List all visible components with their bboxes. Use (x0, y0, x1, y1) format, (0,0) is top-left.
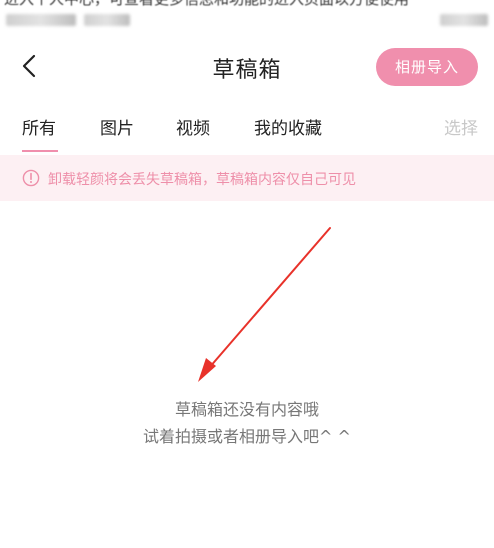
empty-state-hint: 试着拍摄或者相册导入吧^ ^ (143, 427, 351, 446)
tab-favorites[interactable]: 我的收藏 (254, 114, 322, 139)
notice-text: 卸载轻颜将会丢失草稿箱，草稿箱内容仅自己可见 (48, 172, 356, 188)
select-button[interactable]: 选择 (444, 114, 478, 139)
tab-bar: 所有 图片 视频 我的收藏 选择 (0, 106, 494, 152)
album-import-button[interactable]: 相册导入 (376, 48, 478, 86)
tab-videos[interactable]: 视频 (176, 114, 210, 139)
drafts-page: 进入个人中心，可查看更多信息和功能的进入页面以方便使用 草稿箱 相册导入 所有 … (0, 0, 494, 548)
tab-images[interactable]: 图片 (100, 114, 134, 139)
status-bar-text: 进入个人中心，可查看更多信息和功能的进入页面以方便使用 (4, 0, 409, 9)
tab-all[interactable]: 所有 (22, 114, 56, 139)
blurred-block (84, 14, 130, 26)
header: 草稿箱 相册导入 (0, 40, 494, 96)
empty-state-title: 草稿箱还没有内容哦 (174, 400, 319, 419)
status-bar: 进入个人中心，可查看更多信息和功能的进入页面以方便使用 (0, 0, 494, 30)
info-circle-icon (22, 169, 40, 187)
blurred-block (6, 14, 76, 26)
active-tab-indicator (22, 150, 58, 152)
blurred-block (440, 14, 488, 26)
notice-banner: 卸载轻颜将会丢失草稿箱，草稿箱内容仅自己可见 (0, 155, 494, 201)
